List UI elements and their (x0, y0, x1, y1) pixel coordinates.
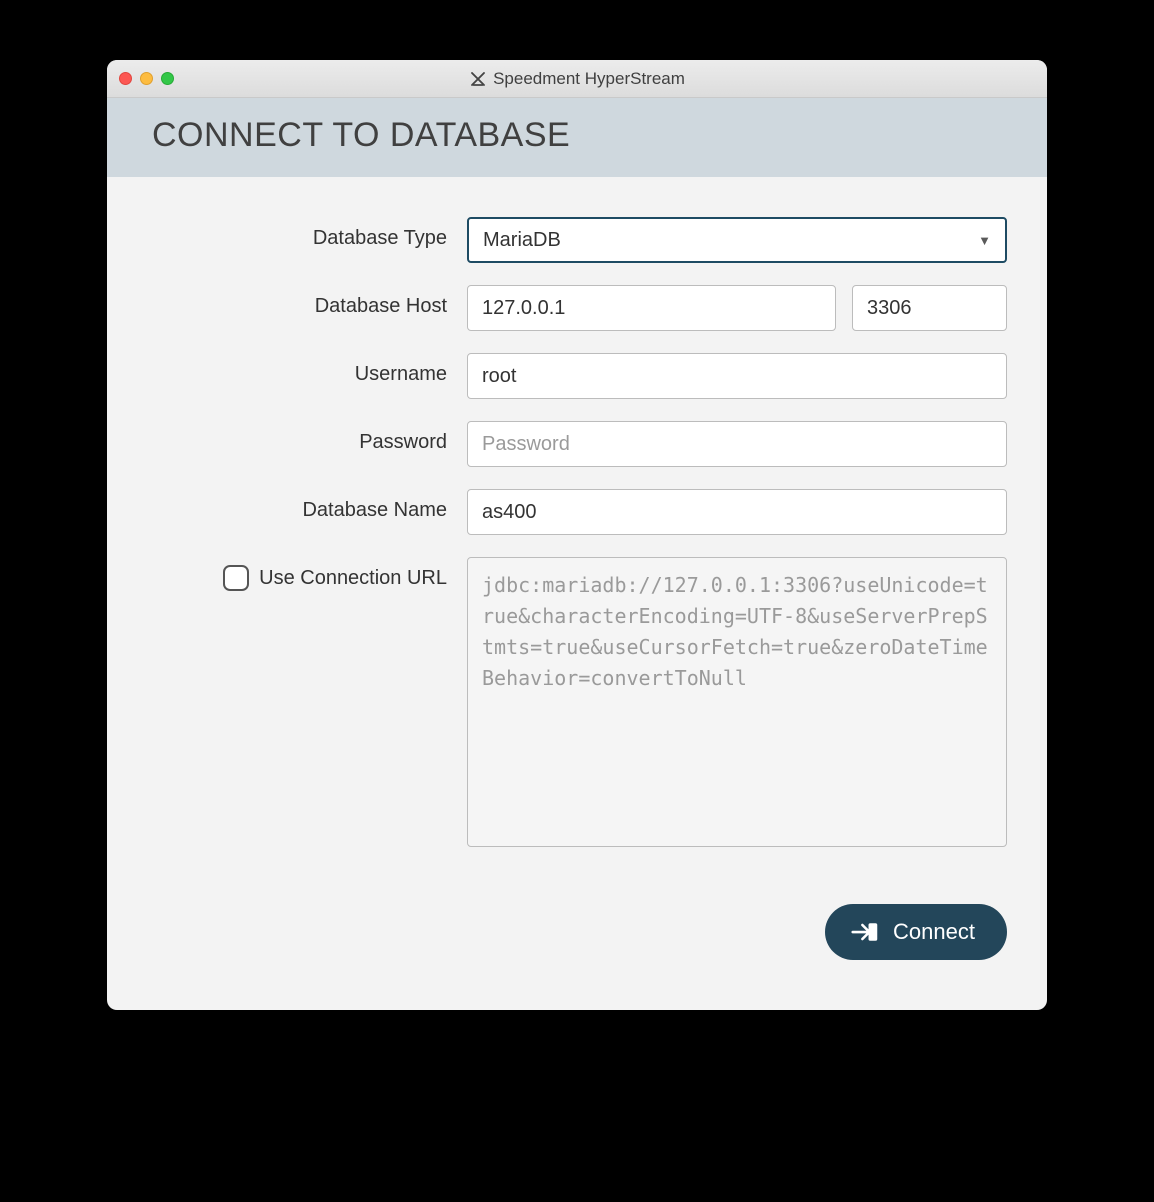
titlebar: Speedment HyperStream (107, 60, 1047, 98)
database-name-label: Database Name (302, 499, 447, 521)
connect-button[interactable]: Connect (825, 904, 1007, 960)
window-title: Speedment HyperStream (493, 69, 685, 89)
minimize-window-button[interactable] (140, 72, 153, 85)
database-host-label: Database Host (315, 295, 447, 317)
close-window-button[interactable] (119, 72, 132, 85)
chevron-down-icon: ▼ (978, 233, 991, 248)
database-type-select[interactable]: MariaDB ▼ (467, 217, 1007, 263)
page-title: CONNECT TO DATABASE (152, 116, 1002, 155)
password-input[interactable] (467, 421, 1007, 467)
use-connection-url-label: Use Connection URL (259, 567, 447, 590)
username-input[interactable] (467, 353, 1007, 399)
login-icon (851, 920, 879, 944)
database-type-label: Database Type (313, 227, 447, 249)
database-name-input[interactable] (467, 489, 1007, 535)
fullscreen-window-button[interactable] (161, 72, 174, 85)
app-icon (469, 70, 487, 88)
connection-url-textarea[interactable] (467, 557, 1007, 847)
connect-button-label: Connect (893, 919, 975, 945)
traffic-lights (119, 72, 174, 85)
page-header: CONNECT TO DATABASE (107, 98, 1047, 177)
use-connection-url-checkbox[interactable] (223, 565, 249, 591)
app-window: Speedment HyperStream CONNECT TO DATABAS… (107, 60, 1047, 1010)
database-host-input[interactable] (467, 285, 836, 331)
connection-form: Database Type MariaDB ▼ Database Host Us… (107, 177, 1047, 899)
database-port-input[interactable] (852, 285, 1007, 331)
database-type-value: MariaDB (483, 229, 561, 252)
username-label: Username (355, 363, 447, 385)
password-label: Password (359, 431, 447, 453)
